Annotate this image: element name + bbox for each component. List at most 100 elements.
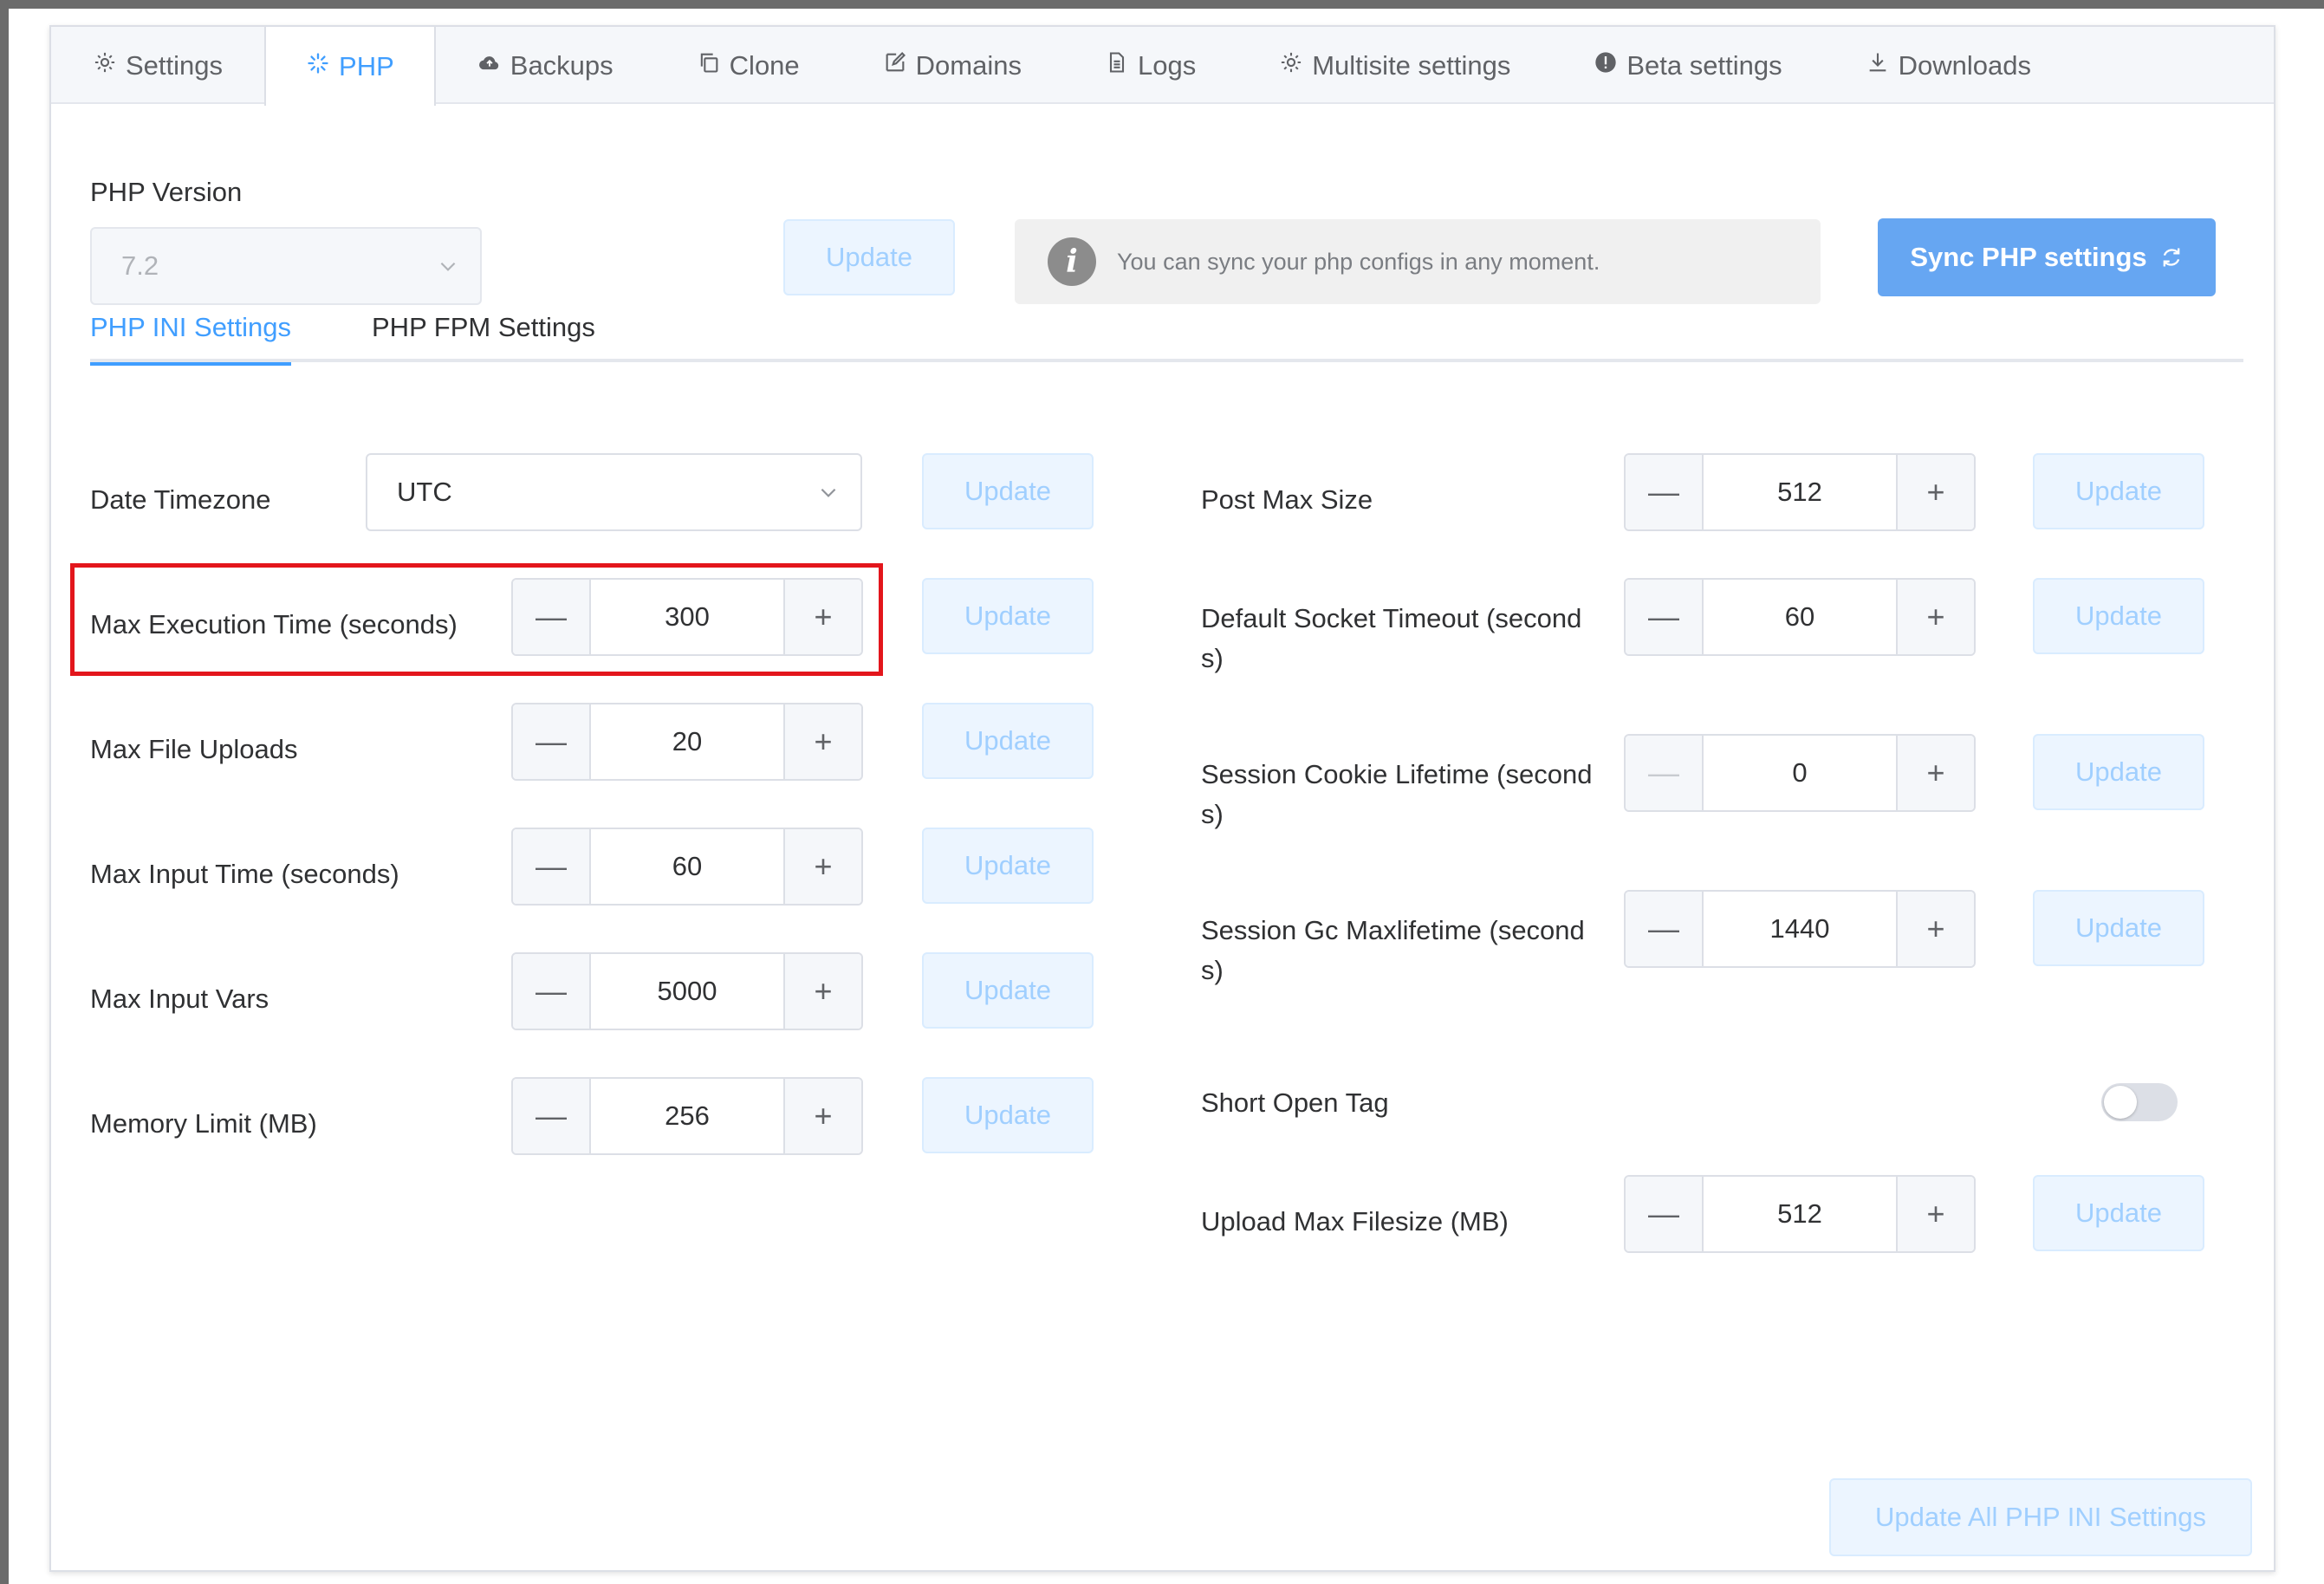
increment-button[interactable]: + [1896,892,1974,966]
tab-label: Clone [729,49,800,81]
increment-button[interactable]: + [1896,736,1974,810]
decrement-button[interactable]: — [513,829,591,904]
post-max-size-label: Post Max Size [1201,484,1373,515]
php-version-update-button[interactable]: Update [783,219,955,295]
tab-downloads[interactable]: Downloads [1824,27,2073,104]
gear-icon [1279,50,1303,81]
sync-php-settings-button[interactable]: Sync PHP settings [1878,218,2216,296]
tab-label: Downloads [1898,49,2031,81]
tab-multisite-settings[interactable]: Multisite settings [1237,27,1552,104]
max-input-time-update-button[interactable]: Update [922,828,1094,904]
tab-php[interactable]: PHP [264,27,436,106]
edit-icon [883,50,907,81]
decrement-button[interactable]: — [1626,1177,1704,1251]
session-cookie-lifetime-value[interactable]: 0 [1704,736,1896,810]
max-execution-time-stepper[interactable]: — 300 + [511,578,863,656]
php-version-select[interactable]: 7.2 [90,227,482,305]
sync-button-label: Sync PHP settings [1910,242,2147,272]
default-socket-timeout-value[interactable]: 60 [1704,580,1896,654]
max-file-uploads-update-button[interactable]: Update [922,703,1094,779]
upload-max-filesize-value[interactable]: 512 [1704,1177,1896,1251]
memory-limit-value[interactable]: 256 [591,1079,783,1153]
update-all-php-ini-settings-button[interactable]: Update All PHP INI Settings [1829,1478,2252,1556]
decrement-button[interactable]: — [513,954,591,1029]
session-gc-maxlifetime-value[interactable]: 1440 [1704,892,1896,966]
increment-button[interactable]: + [783,954,861,1029]
sync-info-text: You can sync your php configs in any mom… [1117,248,1600,275]
max-input-vars-value[interactable]: 5000 [591,954,783,1029]
tab-label: Beta settings [1626,49,1782,81]
tab-backups[interactable]: Backups [436,27,655,104]
chevron-down-icon [821,488,836,497]
decrement-button[interactable]: — [1626,455,1704,529]
decrement-button[interactable]: — [1626,736,1704,810]
tab-label: Logs [1138,49,1197,81]
max-file-uploads-value[interactable]: 20 [591,704,783,779]
max-input-time-stepper[interactable]: — 60 + [511,828,863,906]
session-cookie-lifetime-stepper[interactable]: — 0 + [1624,734,1976,812]
subtab-php-ini-settings[interactable]: PHP INI Settings [90,312,292,366]
max-file-uploads-stepper[interactable]: — 20 + [511,703,863,781]
tab-beta-settings[interactable]: Beta settings [1552,27,1823,104]
tab-settings[interactable]: Settings [51,27,264,104]
tab-label: Multisite settings [1312,49,1511,81]
increment-button[interactable]: + [1896,580,1974,654]
max-input-time-label: Max Input Time (seconds) [90,859,399,889]
increment-button[interactable]: + [1896,1177,1974,1251]
default-socket-timeout-stepper[interactable]: — 60 + [1624,578,1976,656]
tab-label: PHP [339,50,394,81]
tab-clone[interactable]: Clone [655,27,841,104]
tab-domains[interactable]: Domains [841,27,1063,104]
increment-button[interactable]: + [783,1079,861,1153]
toggle-knob [2104,1086,2137,1119]
tab-logs[interactable]: Logs [1063,27,1237,104]
copy-icon [697,50,721,81]
warning-icon [1594,50,1618,81]
post-max-size-stepper[interactable]: — 512 + [1624,453,1976,531]
refresh-icon [2163,248,2180,267]
max-input-vars-stepper[interactable]: — 5000 + [511,952,863,1030]
php-version-value: 7.2 [121,250,159,281]
session-cookie-lifetime-update-button[interactable]: Update [2033,734,2204,810]
increment-button[interactable]: + [1896,455,1974,529]
default-socket-timeout-update-button[interactable]: Update [2033,578,2204,654]
php-settings-panel: Settings PHP Backups Clone Domains Logs … [49,25,2275,1572]
cloud-upload-icon [477,50,502,81]
tab-label: Backups [510,49,613,81]
decrement-button[interactable]: — [1626,580,1704,654]
screen: Settings PHP Backups Clone Domains Logs … [9,9,2324,1584]
memory-limit-label: Memory Limit (MB) [90,1108,317,1139]
increment-button[interactable]: + [783,580,861,654]
upload-max-filesize-update-button[interactable]: Update [2033,1175,2204,1251]
ini-fpm-subtabs: PHP INI Settings PHP FPM Settings [90,312,2243,366]
spinner-icon [306,51,330,82]
max-execution-time-update-button[interactable]: Update [922,578,1094,654]
subtab-php-fpm-settings[interactable]: PHP FPM Settings [372,312,595,362]
memory-limit-update-button[interactable]: Update [922,1077,1094,1153]
session-gc-maxlifetime-update-button[interactable]: Update [2033,890,2204,966]
decrement-button[interactable]: — [513,1079,591,1153]
post-max-size-value[interactable]: 512 [1704,455,1896,529]
max-input-vars-label: Max Input Vars [90,984,269,1014]
short-open-tag-toggle[interactable] [2101,1083,2178,1121]
increment-button[interactable]: + [783,829,861,904]
default-socket-timeout-label-cont: s) [1201,643,1224,673]
session-cookie-lifetime-label: Session Cookie Lifetime (second [1201,759,1593,789]
date-timezone-select[interactable]: UTC [366,453,862,531]
max-file-uploads-label: Max File Uploads [90,734,298,764]
max-execution-time-value[interactable]: 300 [591,580,783,654]
max-input-time-value[interactable]: 60 [591,829,783,904]
post-max-size-update-button[interactable]: Update [2033,453,2204,529]
upload-max-filesize-stepper[interactable]: — 512 + [1624,1175,1976,1253]
date-timezone-update-button[interactable]: Update [922,453,1094,529]
session-gc-maxlifetime-stepper[interactable]: — 1440 + [1624,890,1976,968]
decrement-button[interactable]: — [513,580,591,654]
decrement-button[interactable]: — [513,704,591,779]
default-socket-timeout-label: Default Socket Timeout (second [1201,603,1582,633]
date-timezone-value: UTC [397,477,452,507]
short-open-tag-label: Short Open Tag [1201,1087,1389,1118]
decrement-button[interactable]: — [1626,892,1704,966]
memory-limit-stepper[interactable]: — 256 + [511,1077,863,1155]
increment-button[interactable]: + [783,704,861,779]
max-input-vars-update-button[interactable]: Update [922,952,1094,1029]
